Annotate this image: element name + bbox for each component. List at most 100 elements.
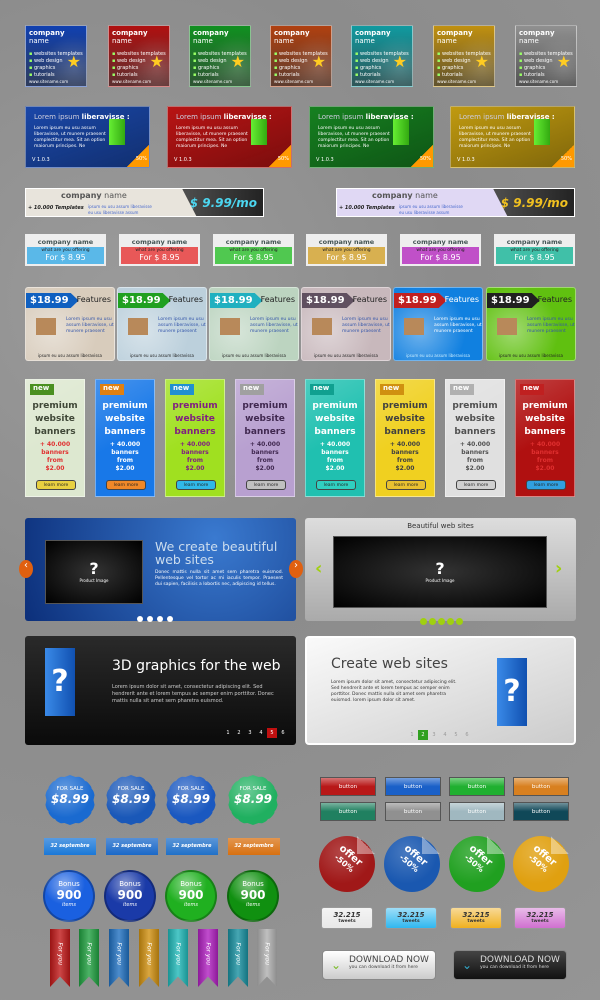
- ribbon-bookmark[interactable]: For you: [50, 929, 70, 987]
- slider-dot[interactable]: [157, 616, 163, 622]
- ribbon-bookmark[interactable]: For you: [109, 929, 129, 987]
- offer-sticker[interactable]: offer -50%: [513, 836, 569, 892]
- next-arrow-button[interactable]: ›: [289, 560, 303, 578]
- feature-box[interactable]: $18.99 Features Lorem ipsum eu usu assum l…: [209, 287, 299, 361]
- tweet-counter[interactable]: 32.215 tweets: [385, 907, 437, 929]
- page-button[interactable]: 1: [223, 728, 233, 738]
- learn-more-button[interactable]: learn more: [456, 480, 496, 490]
- skyscraper-banner[interactable]: new premium website banners + 40.000 banners f…: [25, 379, 85, 497]
- offer-box[interactable]: company name what are you offering For $ 8…: [400, 234, 481, 266]
- glossy-button[interactable]: button: [385, 777, 441, 796]
- feature-box[interactable]: $18.99 Features Lorem ipsum eu usu assum l…: [393, 287, 483, 361]
- glossy-button[interactable]: button: [385, 802, 441, 821]
- slider-dot[interactable]: [456, 618, 463, 625]
- learn-more-button[interactable]: learn more: [246, 480, 286, 490]
- slider-dot[interactable]: [447, 618, 454, 625]
- offer-box[interactable]: company name what are you offering For $ 8…: [119, 234, 200, 266]
- skyscraper-banner[interactable]: new premium website banners + 40.000 banners f…: [515, 379, 575, 497]
- lorem-banner[interactable]: Lorem ipsum liberavisse : Lorem ipsum eu …: [450, 106, 575, 168]
- skyscraper-banner[interactable]: new premium website banners + 40.000 banners f…: [95, 379, 155, 497]
- page-button[interactable]: 2: [418, 730, 428, 740]
- learn-more-button[interactable]: learn more: [526, 480, 566, 490]
- tweet-counter[interactable]: 32.215 tweets: [321, 907, 373, 929]
- feature-box[interactable]: $18.99 Features Lorem ipsum eu usu assum l…: [117, 287, 207, 361]
- download-button[interactable]: ⌄ DOWNLOAD NOW you can download it from he…: [453, 950, 567, 980]
- wide-banner[interactable]: company name + 10.000 Templates ipsum eu u…: [336, 188, 575, 217]
- page-button[interactable]: 4: [440, 730, 450, 740]
- feature-box[interactable]: $18.99 Features Lorem ipsum eu usu assum l…: [486, 287, 576, 361]
- wide-banner[interactable]: company name + 10.000 Templates ipsum eu u…: [25, 188, 264, 217]
- offer-box[interactable]: company name what are you offering For $ 8…: [494, 234, 575, 266]
- tweet-counter[interactable]: 32.215 tweets: [450, 907, 502, 929]
- slider-dot[interactable]: [438, 618, 445, 625]
- sale-badge[interactable]: FOR SALE $8.99: [45, 775, 95, 825]
- slider-dot[interactable]: [167, 616, 173, 622]
- lorem-banner[interactable]: Lorem ipsum liberavisse : Lorem ipsum eu …: [309, 106, 434, 168]
- slider-dot[interactable]: [137, 616, 143, 622]
- skyscraper-banner[interactable]: new premium website banners + 40.000 banners f…: [235, 379, 295, 497]
- glossy-button[interactable]: button: [320, 777, 376, 796]
- offer-sticker[interactable]: offer -50%: [449, 836, 505, 892]
- page-button[interactable]: 3: [245, 728, 255, 738]
- lorem-banner[interactable]: Lorem ipsum liberavisse : Lorem ipsum eu …: [25, 106, 150, 168]
- feature-box[interactable]: $18.99 Features Lorem ipsum eu usu assum l…: [25, 287, 115, 361]
- sale-badge[interactable]: FOR SALE $8.99: [166, 775, 216, 825]
- glossy-button[interactable]: button: [449, 802, 505, 821]
- learn-more-button[interactable]: learn more: [106, 480, 146, 490]
- ribbon-bookmark[interactable]: For you: [79, 929, 99, 987]
- offer-box[interactable]: company name what are you offering For $ 8…: [213, 234, 294, 266]
- sale-badge[interactable]: FOR SALE $8.99: [228, 775, 278, 825]
- slider-dot[interactable]: [429, 618, 436, 625]
- bonus-badge[interactable]: Bonus 900 items: [104, 870, 156, 922]
- skyscraper-banner[interactable]: new premium website banners + 40.000 banners f…: [165, 379, 225, 497]
- slider-dot[interactable]: [420, 618, 427, 625]
- page-button[interactable]: 4: [256, 728, 266, 738]
- page-button[interactable]: 5: [451, 730, 461, 740]
- page-button[interactable]: 2: [234, 728, 244, 738]
- sale-badge[interactable]: FOR SALE $8.99: [106, 775, 156, 825]
- learn-more-button[interactable]: learn more: [36, 480, 76, 490]
- page-button[interactable]: 5: [267, 728, 277, 738]
- bonus-badge[interactable]: Bonus 900 items: [165, 870, 217, 922]
- skyscraper-banner[interactable]: new premium website banners + 40.000 banners f…: [445, 379, 505, 497]
- offer-box[interactable]: company name what are you offering For $ 8…: [306, 234, 387, 266]
- page-button[interactable]: 6: [278, 728, 288, 738]
- company-box[interactable]: company namewebsites templatesweb design…: [515, 25, 577, 87]
- slider-dot[interactable]: [147, 616, 153, 622]
- company-box[interactable]: company namewebsites templatesweb design…: [270, 25, 332, 87]
- ribbon-bookmark[interactable]: For you: [168, 929, 188, 987]
- lorem-banner[interactable]: Lorem ipsum liberavisse : Lorem ipsum eu …: [167, 106, 292, 168]
- feature-box[interactable]: $18.99 Features Lorem ipsum eu usu assum l…: [301, 287, 391, 361]
- next-arrow-button[interactable]: ›: [555, 558, 562, 579]
- offer-sticker[interactable]: offer -50%: [319, 836, 375, 892]
- company-box[interactable]: company namewebsites templatesweb design…: [351, 25, 413, 87]
- bonus-badge[interactable]: Bonus 900 items: [227, 870, 279, 922]
- learn-more-button[interactable]: learn more: [386, 480, 426, 490]
- learn-more-button[interactable]: learn more: [316, 480, 356, 490]
- company-box[interactable]: company namewebsites templatesweb design…: [25, 25, 87, 87]
- company-box[interactable]: company namewebsites templatesweb design…: [189, 25, 251, 87]
- page-button[interactable]: 6: [462, 730, 472, 740]
- skyscraper-banner[interactable]: new premium website banners + 40.000 banners f…: [305, 379, 365, 497]
- glossy-button[interactable]: button: [513, 802, 569, 821]
- glossy-button[interactable]: button: [320, 802, 376, 821]
- page-button[interactable]: 1: [407, 730, 417, 740]
- prev-arrow-button[interactable]: ‹: [315, 558, 322, 579]
- download-button[interactable]: ⌄ DOWNLOAD NOW you can download it from he…: [322, 950, 436, 980]
- ribbon-bookmark[interactable]: For you: [257, 929, 277, 987]
- company-box[interactable]: company namewebsites templatesweb design…: [108, 25, 170, 87]
- learn-more-button[interactable]: learn more: [176, 480, 216, 490]
- ribbon-bookmark[interactable]: For you: [228, 929, 248, 987]
- offer-box[interactable]: company name what are you offering For $ 8…: [25, 234, 106, 266]
- ribbon-bookmark[interactable]: For you: [139, 929, 159, 987]
- offer-sticker[interactable]: offer -50%: [384, 836, 440, 892]
- company-box[interactable]: company namewebsites templatesweb design…: [433, 25, 495, 87]
- prev-arrow-button[interactable]: ‹: [19, 560, 33, 578]
- bonus-badge[interactable]: Bonus 900 items: [43, 870, 95, 922]
- skyscraper-banner[interactable]: new premium website banners + 40.000 banners f…: [375, 379, 435, 497]
- glossy-button[interactable]: button: [513, 777, 569, 796]
- page-button[interactable]: 3: [429, 730, 439, 740]
- ribbon-bookmark[interactable]: For you: [198, 929, 218, 987]
- glossy-button[interactable]: button: [449, 777, 505, 796]
- tweet-counter[interactable]: 32.215 tweets: [514, 907, 566, 929]
